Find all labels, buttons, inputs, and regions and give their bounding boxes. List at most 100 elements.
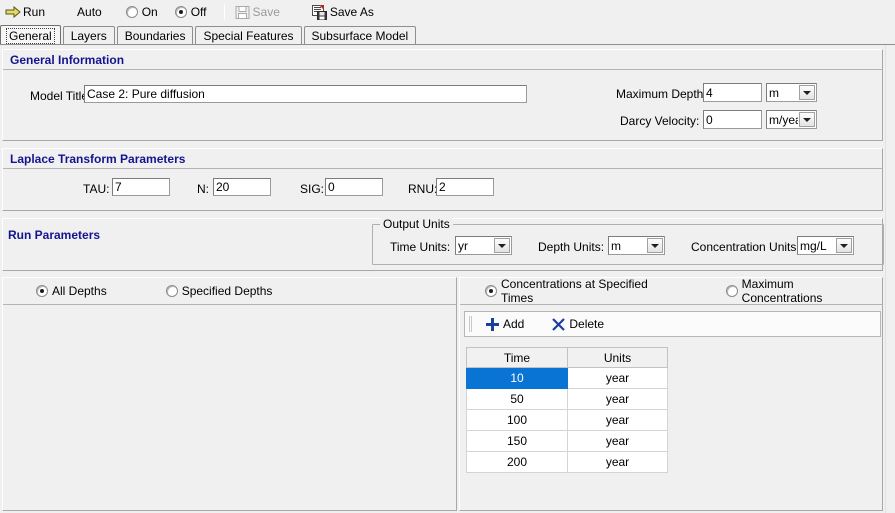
darcy-velocity-input[interactable]: 0 — [703, 110, 762, 129]
main-toolbar: Run Auto On Off Save Save As — [0, 0, 895, 24]
maximum-depth-input[interactable]: 4 — [703, 83, 762, 102]
tab-bar: General Layers Boundaries Special Featur… — [0, 25, 895, 45]
save-as-button-label: Save As — [329, 5, 374, 19]
save-button-label: Save — [252, 5, 280, 19]
depths-panel: All Depths Specified Depths — [2, 277, 457, 511]
maximum-depth-unit-value: m — [769, 85, 779, 100]
maximum-depth-unit-select[interactable]: m — [766, 83, 817, 102]
table-row[interactable]: 100 year — [466, 409, 668, 431]
tab-special-features[interactable]: Special Features — [195, 26, 302, 45]
run-parameters-section: Run Parameters Output Units Time Units: … — [2, 217, 884, 271]
laplace-transform-body: TAU: 7 N: 20 SIG: 0 RNU: 2 — [3, 169, 882, 210]
run-parameters-body: Run Parameters Output Units Time Units: … — [3, 217, 884, 270]
tab-layers[interactable]: Layers — [62, 26, 115, 45]
depth-units-select[interactable]: m — [608, 236, 665, 255]
depth-units-label: Depth Units: — [538, 240, 605, 254]
chevron-down-icon[interactable] — [799, 112, 815, 127]
plus-icon — [486, 317, 499, 331]
general-information-title: General Information — [10, 52, 125, 67]
tau-label: TAU: — [83, 182, 110, 196]
depths-content-area — [3, 305, 456, 510]
cell-units[interactable]: year — [567, 451, 668, 473]
chevron-down-icon[interactable] — [836, 238, 852, 253]
toolbar-grip[interactable] — [469, 316, 472, 332]
chevron-down-icon[interactable] — [799, 85, 815, 100]
concentration-units-value: mg/L — [800, 238, 827, 253]
n-label: N: — [197, 182, 209, 196]
cell-units[interactable]: year — [567, 388, 668, 410]
tau-input[interactable]: 7 — [112, 178, 170, 196]
tab-boundaries-label: Boundaries — [124, 29, 186, 43]
run-parameters-title: Run Parameters — [8, 228, 101, 242]
auto-on-radio[interactable]: On — [121, 1, 163, 23]
tab-boundaries[interactable]: Boundaries — [116, 26, 194, 45]
rnu-input[interactable]: 2 — [436, 178, 494, 196]
darcy-velocity-unit-select[interactable]: m/year — [766, 110, 817, 129]
chevron-down-icon[interactable] — [647, 238, 663, 253]
table-row[interactable]: 50 year — [466, 388, 668, 410]
time-units-select[interactable]: yr — [455, 236, 512, 255]
cell-units[interactable]: year — [567, 430, 668, 452]
general-information-section: General Information Model Title: Case 2:… — [2, 49, 883, 141]
save-button[interactable]: Save — [230, 1, 285, 23]
specified-depths-label: Specified Depths — [181, 284, 273, 298]
rnu-label: RNU: — [408, 182, 438, 196]
table-row[interactable]: 150 year — [466, 430, 668, 452]
output-units-legend: Output Units — [380, 217, 453, 231]
column-header-units[interactable]: Units — [567, 347, 668, 368]
table-row[interactable]: 10 year — [466, 367, 668, 389]
auto-label: Auto — [77, 5, 102, 19]
concentration-units-select[interactable]: mg/L — [797, 236, 854, 255]
cell-time[interactable]: 200 — [466, 451, 568, 473]
radio-circle-selected-icon — [174, 6, 187, 18]
tau-value: 7 — [115, 180, 122, 194]
times-grid[interactable]: Time Units 10 year 50 year 100 year 150 … — [466, 347, 668, 473]
auto-off-label: Off — [190, 5, 207, 19]
cell-time[interactable]: 50 — [466, 388, 568, 410]
run-button-label: Run — [23, 5, 46, 19]
depths-option-row: All Depths Specified Depths — [3, 278, 456, 305]
maximum-depth-label: Maximum Depth: — [616, 87, 707, 101]
cell-units[interactable]: year — [567, 409, 668, 431]
radio-circle-icon — [125, 6, 138, 18]
auto-label-group: Auto — [72, 1, 107, 23]
maximum-concentrations-radio[interactable]: Maximum Concentrations — [725, 277, 872, 305]
table-row[interactable]: 200 year — [466, 451, 668, 473]
auto-on-label: On — [141, 5, 158, 19]
laplace-transform-header: Laplace Transform Parameters — [3, 149, 882, 169]
chevron-down-icon[interactable] — [494, 238, 510, 253]
cell-time[interactable]: 10 — [466, 367, 568, 389]
time-units-value: yr — [458, 238, 468, 253]
maximum-depth-value: 4 — [706, 85, 713, 100]
save-as-icon — [311, 4, 327, 20]
sig-input[interactable]: 0 — [325, 178, 383, 196]
delete-time-label: Delete — [569, 317, 605, 331]
delete-time-button[interactable]: Delete — [545, 313, 611, 335]
toolbar-separator — [223, 4, 225, 20]
save-as-button[interactable]: Save As — [307, 1, 379, 23]
vertical-scrollbar[interactable] — [885, 45, 895, 513]
model-title-input[interactable]: Case 2: Pure diffusion — [84, 85, 527, 103]
tab-general[interactable]: General — [0, 25, 61, 45]
cell-time[interactable]: 100 — [466, 409, 568, 431]
all-depths-radio[interactable]: All Depths — [36, 284, 107, 298]
darcy-velocity-value: 0 — [706, 112, 713, 127]
column-header-time[interactable]: Time — [466, 347, 568, 368]
run-button[interactable]: Run — [0, 1, 50, 23]
cell-units[interactable]: year — [567, 367, 668, 389]
darcy-velocity-unit-value: m/year — [769, 112, 798, 127]
concentrations-at-specified-times-radio[interactable]: Concentrations at Specified Times — [485, 277, 676, 305]
tab-page-general: General Information Model Title: Case 2:… — [0, 45, 885, 513]
model-title-label: Model Title: — [30, 89, 92, 103]
radio-circle-selected-icon — [36, 285, 48, 297]
specified-depths-radio[interactable]: Specified Depths — [165, 284, 273, 298]
radio-circle-icon — [165, 285, 178, 297]
depth-units-value: m — [611, 238, 621, 253]
laplace-transform-title: Laplace Transform Parameters — [10, 151, 186, 166]
n-input[interactable]: 20 — [213, 178, 271, 196]
auto-off-radio[interactable]: Off — [170, 1, 212, 23]
tab-subsurface-model[interactable]: Subsurface Model — [303, 26, 417, 45]
add-time-button[interactable]: Add — [479, 313, 531, 335]
add-time-label: Add — [503, 317, 525, 331]
cell-time[interactable]: 150 — [466, 430, 568, 452]
